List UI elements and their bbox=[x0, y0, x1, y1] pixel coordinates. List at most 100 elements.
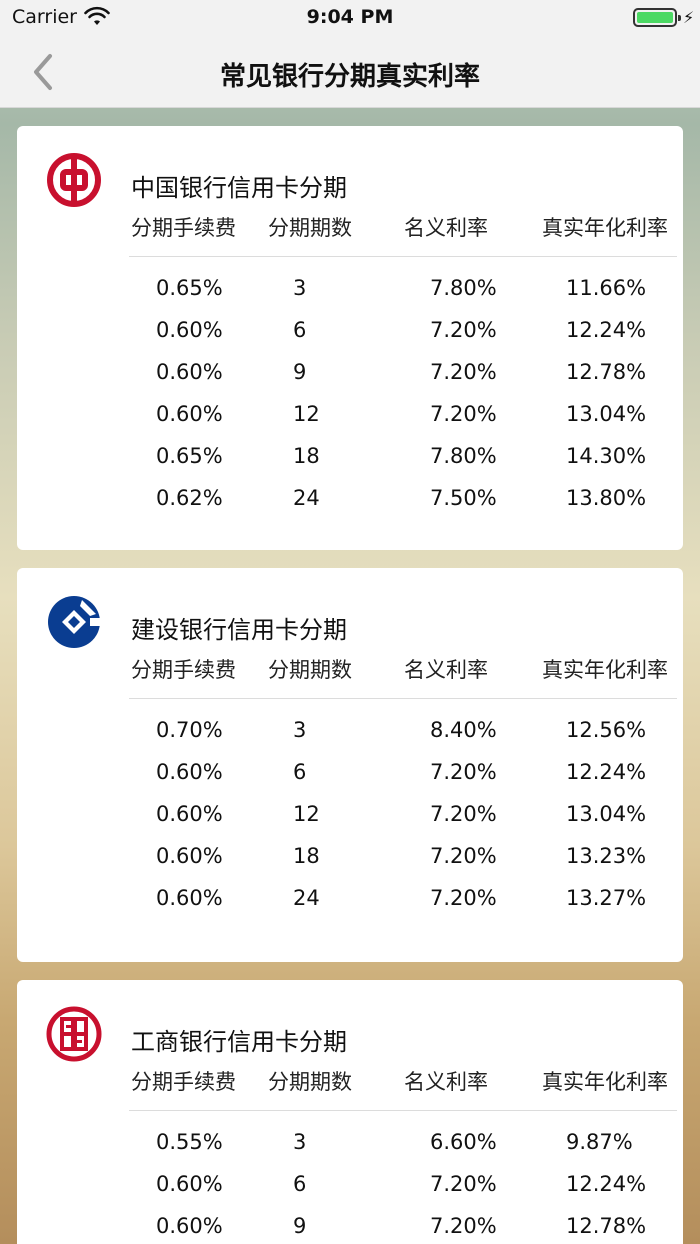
table-row: 0.60% 6 7.20% 12.24% bbox=[17, 1172, 683, 1214]
header-real-rate: 真实年化利率 bbox=[542, 1070, 668, 1094]
real-rate-cell: 12.78% bbox=[566, 360, 647, 384]
nominal-rate-cell: 7.50% bbox=[430, 486, 497, 510]
navigation-bar: 常见银行分期真实利率 bbox=[0, 36, 700, 108]
periods-cell: 9 bbox=[293, 1214, 307, 1238]
header-fee: 分期手续费 bbox=[131, 216, 236, 240]
periods-cell: 3 bbox=[293, 1130, 307, 1154]
header-fee: 分期手续费 bbox=[131, 1070, 236, 1094]
nominal-rate-cell: 7.20% bbox=[430, 360, 497, 384]
icbc-logo-icon bbox=[46, 1006, 102, 1062]
bank-name: 工商银行信用卡分期 bbox=[131, 1028, 347, 1056]
charging-bolt-icon: ⚡ bbox=[683, 8, 695, 27]
fee-cell: 0.60% bbox=[156, 1172, 223, 1196]
real-rate-cell: 13.23% bbox=[566, 844, 647, 868]
table-row: 0.60% 9 7.20% 12.78% bbox=[17, 1214, 683, 1244]
table-row: 0.60% 12 7.20% 13.04% bbox=[17, 402, 683, 444]
nominal-rate-cell: 7.20% bbox=[430, 760, 497, 784]
page-title: 常见银行分期真实利率 bbox=[219, 62, 480, 92]
nominal-rate-cell: 7.20% bbox=[430, 1172, 497, 1196]
fee-cell: 0.65% bbox=[156, 444, 223, 468]
real-rate-cell: 13.27% bbox=[566, 886, 647, 910]
nominal-rate-cell: 7.20% bbox=[430, 1214, 497, 1238]
fee-cell: 0.60% bbox=[156, 844, 223, 868]
nominal-rate-cell: 7.20% bbox=[430, 844, 497, 868]
periods-cell: 24 bbox=[293, 486, 320, 510]
table-row: 0.55% 3 6.60% 9.87% bbox=[17, 1130, 683, 1172]
table-row: 0.60% 6 7.20% 12.24% bbox=[17, 318, 683, 360]
table-row: 0.62% 24 7.50% 13.80% bbox=[17, 486, 683, 528]
header-periods: 分期期数 bbox=[268, 216, 352, 240]
periods-cell: 24 bbox=[293, 886, 320, 910]
nominal-rate-cell: 7.20% bbox=[430, 886, 497, 910]
fee-cell: 0.60% bbox=[156, 886, 223, 910]
bank-card-ccb: 建设银行信用卡分期 分期手续费 分期期数 名义利率 真实年化利率 0.70% 3… bbox=[17, 568, 683, 962]
nominal-rate-cell: 8.40% bbox=[430, 718, 497, 742]
nominal-rate-cell: 7.20% bbox=[430, 402, 497, 426]
battery-icon bbox=[633, 8, 681, 27]
real-rate-cell: 12.24% bbox=[566, 318, 647, 342]
header-real-rate: 真实年化利率 bbox=[542, 658, 668, 682]
fee-cell: 0.60% bbox=[156, 360, 223, 384]
fee-cell: 0.70% bbox=[156, 718, 223, 742]
bank-name: 中国银行信用卡分期 bbox=[131, 174, 347, 202]
real-rate-cell: 14.30% bbox=[566, 444, 647, 468]
table-row: 0.65% 3 7.80% 11.66% bbox=[17, 276, 683, 318]
header-fee: 分期手续费 bbox=[131, 658, 236, 682]
ccb-logo-icon bbox=[48, 596, 102, 648]
divider bbox=[129, 698, 677, 699]
nominal-rate-cell: 7.20% bbox=[430, 318, 497, 342]
periods-cell: 6 bbox=[293, 1172, 307, 1196]
periods-cell: 3 bbox=[293, 276, 307, 300]
bank-card-icbc: 工商银行信用卡分期 分期手续费 分期期数 名义利率 真实年化利率 0.55% 3… bbox=[17, 980, 683, 1244]
nominal-rate-cell: 6.60% bbox=[430, 1130, 497, 1154]
real-rate-cell: 12.78% bbox=[566, 1214, 647, 1238]
real-rate-cell: 13.80% bbox=[566, 486, 647, 510]
table-row: 0.60% 6 7.20% 12.24% bbox=[17, 760, 683, 802]
table-row: 0.60% 9 7.20% 12.78% bbox=[17, 360, 683, 402]
real-rate-cell: 12.24% bbox=[566, 760, 647, 784]
table-row: 0.60% 18 7.20% 13.23% bbox=[17, 844, 683, 886]
header-nominal-rate: 名义利率 bbox=[404, 1070, 488, 1094]
fee-cell: 0.60% bbox=[156, 760, 223, 784]
real-rate-cell: 13.04% bbox=[566, 802, 647, 826]
periods-cell: 6 bbox=[293, 318, 307, 342]
periods-cell: 12 bbox=[293, 402, 320, 426]
periods-cell: 18 bbox=[293, 444, 320, 468]
periods-cell: 18 bbox=[293, 844, 320, 868]
real-rate-cell: 12.24% bbox=[566, 1172, 647, 1196]
status-bar: Carrier 9:04 PM ⚡ bbox=[0, 0, 700, 36]
table-row: 0.70% 3 8.40% 12.56% bbox=[17, 718, 683, 760]
divider bbox=[129, 256, 677, 257]
table-row: 0.60% 24 7.20% 13.27% bbox=[17, 886, 683, 928]
real-rate-cell: 13.04% bbox=[566, 402, 647, 426]
nominal-rate-cell: 7.80% bbox=[430, 276, 497, 300]
fee-cell: 0.60% bbox=[156, 1214, 223, 1238]
header-periods: 分期期数 bbox=[268, 658, 352, 682]
boc-logo-icon bbox=[47, 153, 101, 207]
header-nominal-rate: 名义利率 bbox=[404, 216, 488, 240]
real-rate-cell: 9.87% bbox=[566, 1130, 633, 1154]
fee-cell: 0.60% bbox=[156, 318, 223, 342]
real-rate-cell: 12.56% bbox=[566, 718, 647, 742]
divider bbox=[129, 1110, 677, 1111]
periods-cell: 3 bbox=[293, 718, 307, 742]
fee-cell: 0.55% bbox=[156, 1130, 223, 1154]
fee-cell: 0.60% bbox=[156, 802, 223, 826]
fee-cell: 0.62% bbox=[156, 486, 223, 510]
table-row: 0.65% 18 7.80% 14.30% bbox=[17, 444, 683, 486]
clock-time: 9:04 PM bbox=[306, 6, 394, 28]
nominal-rate-cell: 7.80% bbox=[430, 444, 497, 468]
periods-cell: 9 bbox=[293, 360, 307, 384]
bank-name: 建设银行信用卡分期 bbox=[131, 616, 347, 644]
nominal-rate-cell: 7.20% bbox=[430, 802, 497, 826]
fee-cell: 0.60% bbox=[156, 402, 223, 426]
real-rate-cell: 11.66% bbox=[566, 276, 647, 300]
bank-card-boc: 中国银行信用卡分期 分期手续费 分期期数 名义利率 真实年化利率 0.65% 3… bbox=[17, 126, 683, 550]
periods-cell: 12 bbox=[293, 802, 320, 826]
periods-cell: 6 bbox=[293, 760, 307, 784]
header-nominal-rate: 名义利率 bbox=[404, 658, 488, 682]
header-real-rate: 真实年化利率 bbox=[542, 216, 668, 240]
table-row: 0.60% 12 7.20% 13.04% bbox=[17, 802, 683, 844]
fee-cell: 0.65% bbox=[156, 276, 223, 300]
header-periods: 分期期数 bbox=[268, 1070, 352, 1094]
